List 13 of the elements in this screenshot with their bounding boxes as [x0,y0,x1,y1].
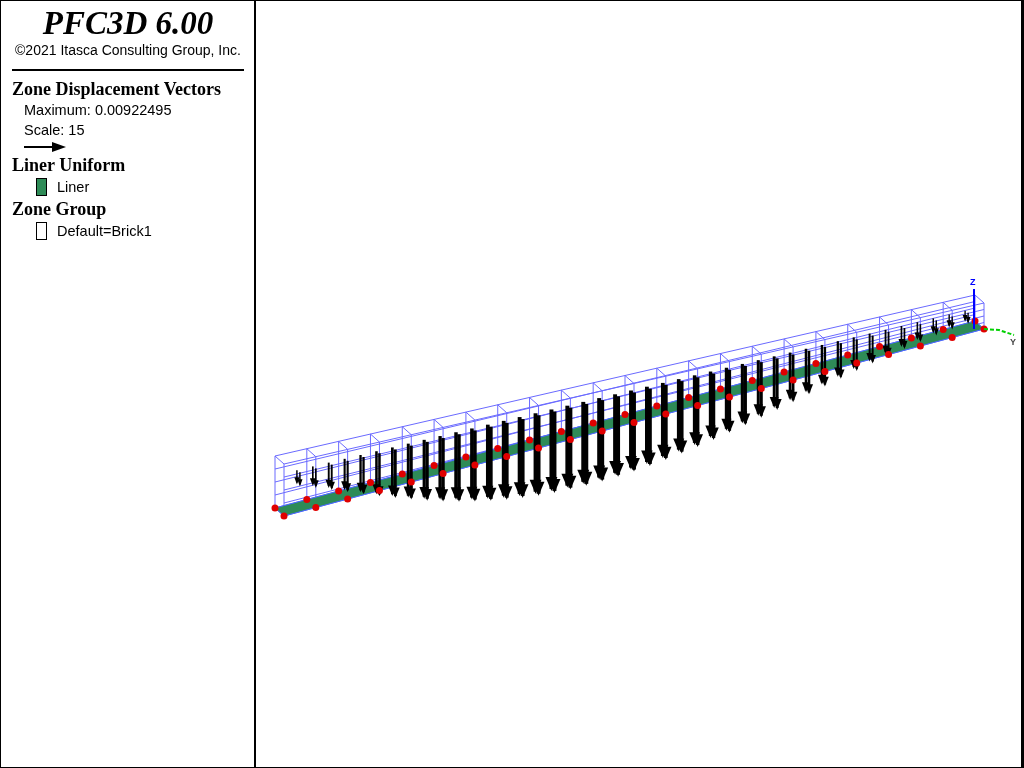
legend-title: Liner Uniform [12,154,127,176]
legend-label: Default=Brick1 [57,223,152,239]
legend-title: Zone Group [12,198,108,220]
scale-arrow-icon [24,142,66,152]
copyright-text: ©2021 Itasca Consulting Group, Inc. [14,41,242,59]
axis-label: Y [1010,337,1016,347]
axis-label: Z [970,277,976,287]
legend-title: Zone Displacement Vectors [12,78,222,100]
legend-label: Liner [57,179,90,195]
axes-drawing [973,288,1015,336]
legend-text: Scale: 15 [23,121,86,140]
app-title: PFC3D 6.00 [41,5,215,41]
legend-text: Maximum: 0.00922495 [23,101,173,120]
